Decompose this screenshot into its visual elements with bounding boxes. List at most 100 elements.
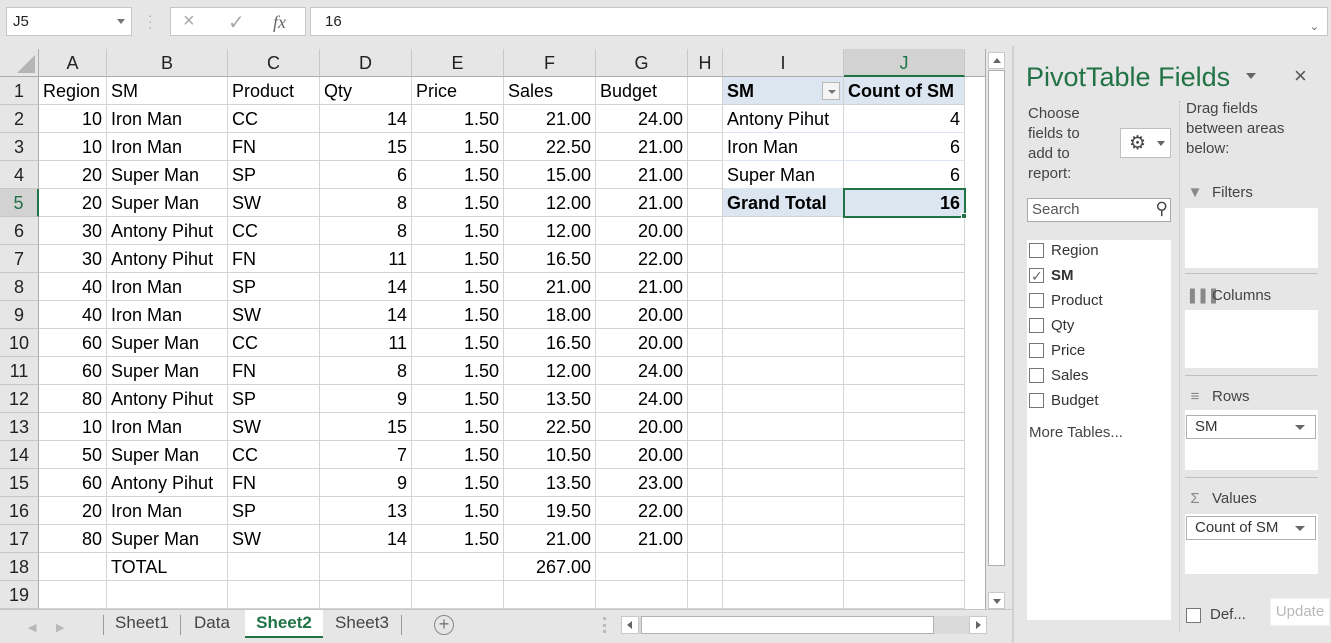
- cell-f8[interactable]: 21.00: [504, 273, 596, 301]
- more-tables-link[interactable]: More Tables...: [1029, 424, 1123, 441]
- cell-b6[interactable]: Antony Pihut: [107, 217, 228, 245]
- cell-c1[interactable]: Product: [228, 77, 320, 105]
- cell-h6[interactable]: [688, 217, 723, 245]
- cell-c4[interactable]: SP: [228, 161, 320, 189]
- cell-h9[interactable]: [688, 301, 723, 329]
- cell-d5[interactable]: 8: [320, 189, 412, 217]
- cell-e11[interactable]: 1.50: [412, 357, 504, 385]
- cell-b10[interactable]: Super Man: [107, 329, 228, 357]
- filters-drop-area[interactable]: [1185, 208, 1318, 268]
- cell-e9[interactable]: 1.50: [412, 301, 504, 329]
- cell-h4[interactable]: [688, 161, 723, 189]
- cell-d7[interactable]: 11: [320, 245, 412, 273]
- cell-j16[interactable]: [844, 497, 965, 525]
- cell-d13[interactable]: 15: [320, 413, 412, 441]
- cell-e7[interactable]: 1.50: [412, 245, 504, 273]
- cell-e14[interactable]: 1.50: [412, 441, 504, 469]
- cell-f13[interactable]: 22.50: [504, 413, 596, 441]
- cell-h16[interactable]: [688, 497, 723, 525]
- cell-h15[interactable]: [688, 469, 723, 497]
- columns-drop-area[interactable]: [1185, 310, 1318, 368]
- cell-j6[interactable]: [844, 217, 965, 245]
- cell-g13[interactable]: 20.00: [596, 413, 688, 441]
- cell-a4[interactable]: 20: [39, 161, 107, 189]
- cell-f12[interactable]: 13.50: [504, 385, 596, 413]
- horizontal-scrollbar[interactable]: [621, 616, 987, 634]
- cell-e3[interactable]: 1.50: [412, 133, 504, 161]
- cell-d9[interactable]: 14: [320, 301, 412, 329]
- cell-f15[interactable]: 13.50: [504, 469, 596, 497]
- add-sheet-icon[interactable]: +: [434, 615, 454, 635]
- column-header-j[interactable]: J: [844, 49, 965, 77]
- cell-h12[interactable]: [688, 385, 723, 413]
- cell-b4[interactable]: Super Man: [107, 161, 228, 189]
- cell-e18[interactable]: [412, 553, 504, 581]
- pivot-grand-total-label[interactable]: Grand Total: [723, 189, 844, 217]
- cell-g19[interactable]: [596, 581, 688, 609]
- cell-g4[interactable]: 21.00: [596, 161, 688, 189]
- pivot-row-value[interactable]: 6: [844, 133, 965, 161]
- filter-dropdown-button[interactable]: [822, 82, 840, 100]
- cell-j7[interactable]: [844, 245, 965, 273]
- cell-c16[interactable]: SP: [228, 497, 320, 525]
- row-header-16[interactable]: 16: [0, 497, 39, 525]
- tab-sheet3[interactable]: Sheet3: [323, 610, 401, 638]
- cell-g11[interactable]: 24.00: [596, 357, 688, 385]
- row-header-14[interactable]: 14: [0, 441, 39, 469]
- cell-a16[interactable]: 20: [39, 497, 107, 525]
- cell-b2[interactable]: Iron Man: [107, 105, 228, 133]
- cell-g14[interactable]: 20.00: [596, 441, 688, 469]
- cell-h2[interactable]: [688, 105, 723, 133]
- enter-icon[interactable]: ✓: [228, 10, 245, 35]
- cell-b3[interactable]: Iron Man: [107, 133, 228, 161]
- cell-e17[interactable]: 1.50: [412, 525, 504, 553]
- cell-g15[interactable]: 23.00: [596, 469, 688, 497]
- row-header-5[interactable]: 5: [0, 189, 39, 217]
- cell-i8[interactable]: [723, 273, 844, 301]
- pivot-row-label[interactable]: Antony Pihut: [723, 105, 844, 133]
- cell-i17[interactable]: [723, 525, 844, 553]
- cell-d6[interactable]: 8: [320, 217, 412, 245]
- cell-g18[interactable]: [596, 553, 688, 581]
- cell-f5[interactable]: 12.00: [504, 189, 596, 217]
- scroll-tabs-left-icon[interactable]: ◀: [28, 621, 36, 634]
- checkbox[interactable]: [1029, 343, 1044, 358]
- cell-h8[interactable]: [688, 273, 723, 301]
- cell-i9[interactable]: [723, 301, 844, 329]
- row-header-12[interactable]: 12: [0, 385, 39, 413]
- cell-h5[interactable]: [688, 189, 723, 217]
- cell-h10[interactable]: [688, 329, 723, 357]
- cell-h7[interactable]: [688, 245, 723, 273]
- cell-g17[interactable]: 21.00: [596, 525, 688, 553]
- cell-a14[interactable]: 50: [39, 441, 107, 469]
- column-header-a[interactable]: A: [39, 49, 107, 77]
- cell-b9[interactable]: Iron Man: [107, 301, 228, 329]
- cell-f10[interactable]: 16.50: [504, 329, 596, 357]
- cell-i19[interactable]: [723, 581, 844, 609]
- checkbox[interactable]: [1029, 265, 1044, 287]
- cell-c10[interactable]: CC: [228, 329, 320, 357]
- scroll-up-button[interactable]: [988, 52, 1005, 69]
- cell-j15[interactable]: [844, 469, 965, 497]
- cell-f16[interactable]: 19.50: [504, 497, 596, 525]
- cell-g3[interactable]: 21.00: [596, 133, 688, 161]
- search-icon[interactable]: ⚲: [1156, 199, 1168, 219]
- cell-b13[interactable]: Iron Man: [107, 413, 228, 441]
- chevron-down-icon[interactable]: [117, 19, 125, 24]
- cell-h19[interactable]: [688, 581, 723, 609]
- spreadsheet-grid[interactable]: A B C D E F G H I J 1 Region SM Product Qty Price Sales B…: [0, 49, 986, 609]
- rows-drop-area[interactable]: SM: [1185, 410, 1318, 470]
- cancel-icon[interactable]: ×: [183, 10, 195, 33]
- cell-e2[interactable]: 1.50: [412, 105, 504, 133]
- row-header-3[interactable]: 3: [0, 133, 39, 161]
- drag-handle-icon[interactable]: · · ·: [148, 8, 153, 34]
- cell-a10[interactable]: 60: [39, 329, 107, 357]
- cell-c19[interactable]: [228, 581, 320, 609]
- tab-data[interactable]: Data: [181, 610, 243, 638]
- pivot-row-value[interactable]: 4: [844, 105, 965, 133]
- pivot-grand-total-value[interactable]: 16: [844, 189, 965, 217]
- cell-b8[interactable]: Iron Man: [107, 273, 228, 301]
- cell-a12[interactable]: 80: [39, 385, 107, 413]
- checkbox[interactable]: [1029, 243, 1044, 258]
- column-header-g[interactable]: G: [596, 49, 688, 77]
